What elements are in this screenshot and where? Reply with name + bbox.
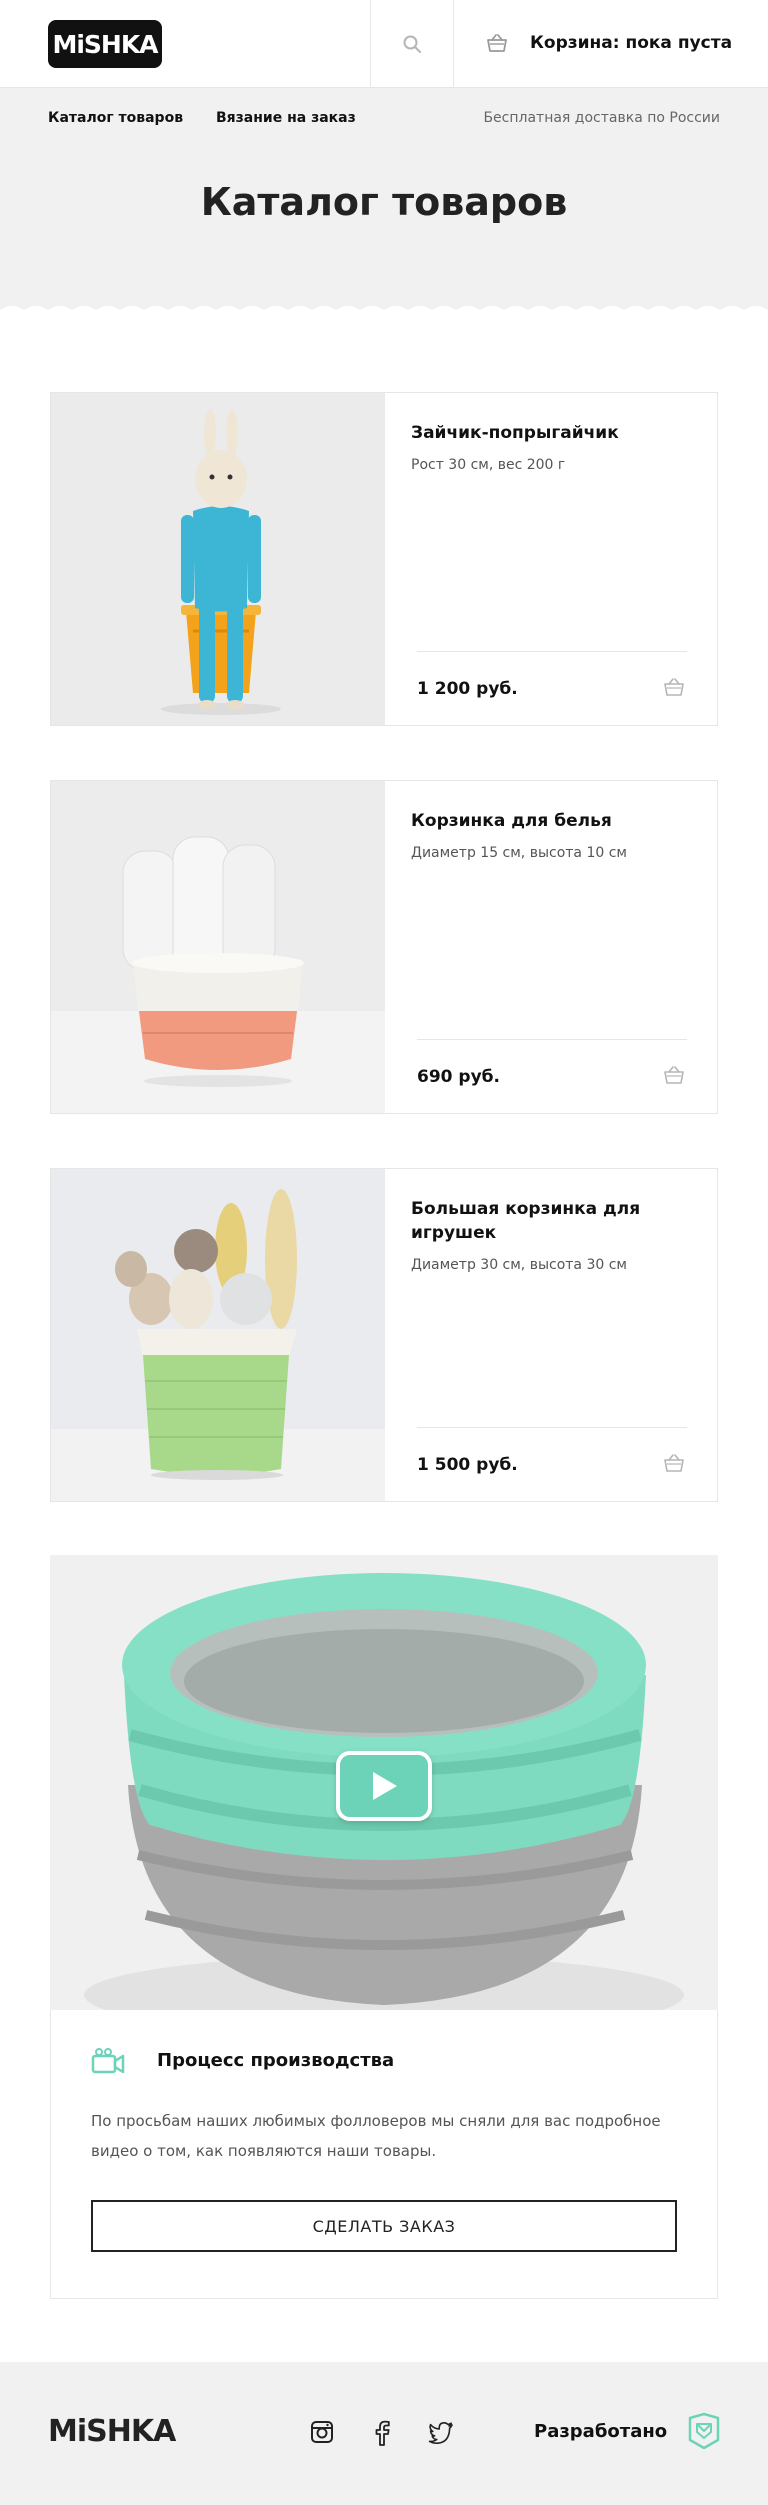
search-icon	[403, 35, 421, 53]
process-text: По просьбам наших любимых фолловеров мы …	[91, 2112, 661, 2160]
process-title: Процесс производства	[157, 2050, 395, 2071]
crochet-bunny-photo[interactable]	[51, 393, 385, 725]
make-order-button[interactable]: СДЕЛАТЬ ЗАКАЗ	[91, 2200, 677, 2252]
developed-by-label: Разработано	[534, 2421, 668, 2442]
delivery-note: Бесплатная доставка по России	[483, 110, 720, 126]
product-card[interactable]: Корзинка для белья Диаметр 15 см, высота…	[50, 780, 718, 1114]
production-process-block: Процесс производства По просьбам наших л…	[50, 2010, 718, 2299]
facebook-icon[interactable]	[370, 2420, 394, 2446]
product-price: 690 руб.	[417, 1067, 500, 1087]
nav-link-catalog[interactable]: Каталог товаров	[48, 110, 183, 126]
product-card[interactable]: Зайчик-попрыгайчик Рост 30 см, вес 200 г…	[50, 392, 718, 726]
cart-label: Корзина: пока пуста	[530, 33, 733, 53]
product-description: Диаметр 15 см, высота 10 см	[411, 845, 627, 861]
product-description: Диаметр 30 см, высота 30 см	[411, 1257, 627, 1273]
cart-button[interactable]: Корзина: пока пуста	[454, 0, 768, 88]
toy-basket-photo[interactable]	[51, 1169, 385, 1501]
card-divider	[417, 1427, 687, 1428]
site-footer: MiSHKA Разработано	[0, 2362, 768, 2505]
product-name[interactable]: Зайчик-попрыгайчик	[411, 421, 661, 445]
product-description: Рост 30 см, вес 200 г	[411, 457, 566, 473]
product-name[interactable]: Корзинка для белья	[411, 809, 661, 833]
search-button[interactable]	[370, 0, 454, 88]
card-divider	[417, 1039, 687, 1040]
logo-text: MiSHKA	[52, 29, 158, 59]
hero-section: Каталог товаров Вязание на заказ Бесплат…	[0, 88, 768, 310]
twitter-icon[interactable]	[428, 2420, 454, 2444]
video-preview[interactable]	[50, 1555, 718, 2010]
basket-icon	[487, 34, 507, 52]
wave-divider	[0, 306, 768, 322]
site-header: MiSHKA Корзина: пока пуста	[0, 0, 768, 88]
add-to-cart-icon[interactable]	[663, 677, 685, 697]
product-name[interactable]: Большая корзинка для игрушек	[411, 1197, 661, 1245]
page-title: Каталог товаров	[200, 180, 568, 224]
nav-link-custom-knitting[interactable]: Вязание на заказ	[216, 110, 356, 126]
add-to-cart-icon[interactable]	[663, 1453, 685, 1473]
developer-logo[interactable]	[688, 2412, 720, 2450]
footer-logo[interactable]: MiSHKA	[48, 2414, 176, 2449]
product-price: 1 500 руб.	[417, 1455, 518, 1475]
play-button[interactable]	[336, 1751, 432, 1821]
instagram-icon[interactable]	[310, 2420, 334, 2444]
video-camera-icon	[91, 2048, 125, 2074]
laundry-basket-photo[interactable]	[51, 781, 385, 1113]
add-to-cart-icon[interactable]	[663, 1065, 685, 1085]
product-card[interactable]: Большая корзинка для игрушек Диаметр 30 …	[50, 1168, 718, 1502]
card-divider	[417, 651, 687, 652]
site-logo[interactable]: MiSHKA	[48, 20, 162, 68]
product-price: 1 200 руб.	[417, 679, 518, 699]
play-icon	[373, 1772, 397, 1800]
